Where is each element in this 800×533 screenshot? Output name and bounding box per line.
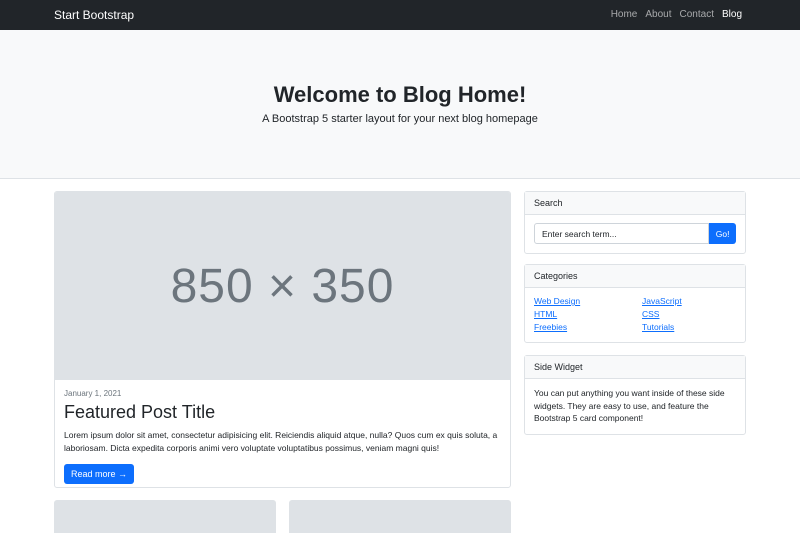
category-link-javascript[interactable]: JavaScript: [642, 295, 742, 308]
nav-item-home[interactable]: Home: [611, 0, 638, 30]
post-card-image[interactable]: [289, 500, 511, 533]
search-widget: Search Go!: [524, 191, 746, 254]
search-widget-header: Search: [525, 192, 745, 215]
nav-item-about[interactable]: About: [645, 0, 671, 30]
category-link-web-design[interactable]: Web Design: [534, 295, 642, 308]
category-link-tutorials[interactable]: Tutorials: [642, 321, 742, 334]
post-card-image[interactable]: [54, 500, 276, 533]
page-subtitle: A Bootstrap 5 starter layout for your ne…: [262, 113, 538, 125]
side-widget-text: You can put anything you want inside of …: [534, 388, 725, 423]
categories-widget: Categories Web Design JavaScript HTML CS…: [524, 264, 746, 343]
read-more-button[interactable]: Read more →: [64, 464, 135, 484]
post-excerpt: Lorem ipsum dolor sit amet, consectetur …: [64, 430, 498, 453]
categories-widget-header: Categories: [525, 265, 745, 288]
page-title: Welcome to Blog Home!: [273, 82, 527, 107]
side-widget: Side Widget You can put anything you wan…: [524, 355, 746, 435]
page-header: Welcome to Blog Home! A Bootstrap 5 star…: [0, 30, 800, 179]
nav-item-contact[interactable]: Contact: [680, 0, 714, 30]
image-placeholder-text: 850 × 350: [170, 259, 395, 313]
navbar: Start Bootstrap Home About Contact Blog: [0, 0, 800, 30]
nav-links: Home About Contact Blog: [611, 0, 742, 30]
featured-post-card: 850 × 350 January 1, 2021 Featured Post …: [54, 191, 511, 488]
side-widget-header: Side Widget: [525, 356, 745, 379]
category-link-css[interactable]: CSS: [642, 308, 742, 321]
category-link-freebies[interactable]: Freebies: [534, 321, 642, 334]
search-widget-body: Go!: [525, 215, 745, 252]
categories-widget-body: Web Design JavaScript HTML CSS Freebies …: [525, 288, 745, 342]
post-title: Featured Post Title: [64, 402, 216, 422]
search-input-group: Go!: [534, 223, 736, 244]
category-link-html[interactable]: HTML: [534, 308, 642, 321]
search-input[interactable]: [534, 223, 710, 244]
featured-post-image[interactable]: 850 × 350: [55, 192, 510, 380]
categories-list: Web Design JavaScript HTML CSS Freebies …: [534, 295, 736, 334]
featured-post-body: January 1, 2021 Featured Post Title Lore…: [55, 380, 510, 487]
brand-link[interactable]: Start Bootstrap: [54, 0, 134, 30]
post-date: January 1, 2021: [64, 389, 122, 398]
nav-item-blog[interactable]: Blog: [722, 0, 742, 30]
search-go-button[interactable]: Go!: [709, 223, 736, 244]
